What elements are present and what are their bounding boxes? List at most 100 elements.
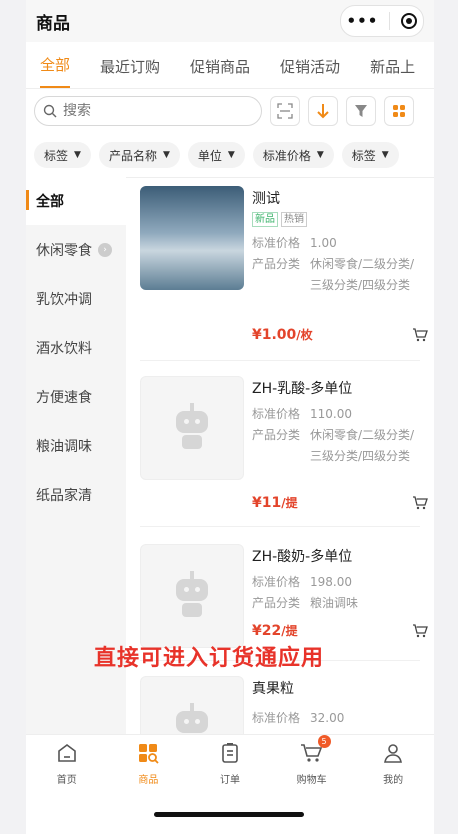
product-name: 测试 <box>252 191 280 207</box>
app-screen: 商品 ••• 全部 最近订购 促销商品 促销活动 新品上 标签 ▼ <box>26 0 434 834</box>
category-drinks[interactable]: 酒水饮料 <box>26 323 126 372</box>
std-price-label: 标准价格 <box>252 711 301 725</box>
profile-icon <box>384 744 403 763</box>
home-icon <box>57 744 76 762</box>
price-unit: /提 <box>281 624 298 638</box>
product-card[interactable]: 真果粒 标准价格 32.00 <box>140 666 420 736</box>
std-price-value: 198.00 <box>310 575 352 589</box>
category-grain-oil[interactable]: 粮油调味 <box>26 421 126 470</box>
std-price-value: 110.00 <box>310 407 352 421</box>
placeholder-robot-icon <box>170 403 214 453</box>
tab-bar: 全部 最近订购 促销商品 促销活动 新品上 <box>26 42 434 89</box>
nav-products[interactable]: 商品 <box>108 735 190 793</box>
sort-button[interactable] <box>308 96 338 126</box>
title-bar: 商品 ••• <box>26 0 434 42</box>
filter-button[interactable] <box>346 96 376 126</box>
product-name: 真果粒 <box>252 681 294 697</box>
tab-promo-products[interactable]: 促销商品 <box>190 56 250 88</box>
category-row: 产品分类 粮油调味 <box>252 593 422 614</box>
product-image <box>140 186 244 290</box>
product-info: 真果粒 标准价格 32.00 <box>252 678 422 729</box>
category-snacks[interactable]: 休闲零食 › <box>26 225 126 274</box>
filter-chip-tag-2[interactable]: 标签 ▼ <box>341 142 399 168</box>
nav-cart[interactable]: 5 购物车 <box>271 735 353 793</box>
product-tags: 新品 热销 <box>252 212 422 227</box>
category-value: 粮油调味 <box>310 596 359 610</box>
std-price-row: 标准价格 198.00 <box>252 572 422 593</box>
caret-down-icon: ▼ <box>162 150 170 160</box>
product-price: ¥22/提 <box>252 622 298 639</box>
product-image-placeholder <box>140 676 244 736</box>
chip-label: 产品名称 <box>108 148 157 163</box>
tab-all[interactable]: 全部 <box>40 54 71 88</box>
product-card[interactable]: 测试 新品 热销 标准价格 1.00 产品分类 休闲零食/二级分类/三级分类/四级分… <box>140 176 428 361</box>
category-label: 休闲零食 <box>36 242 92 259</box>
category-instant-food[interactable]: 方便速食 <box>26 372 126 421</box>
std-price-label: 标准价格 <box>252 236 301 250</box>
bottom-nav: 首页 商品 订单 5 购物车 我的 <box>26 734 434 793</box>
nav-profile[interactable]: 我的 <box>352 735 434 793</box>
std-price-label: 标准价格 <box>252 575 301 589</box>
chip-label: 标签 <box>351 148 376 163</box>
home-indicator[interactable] <box>154 812 304 817</box>
add-to-cart-button[interactable] <box>412 328 428 346</box>
grid-icon <box>393 105 405 117</box>
product-info: ZH-乳酸-多单位 标准价格 110.00 产品分类 休闲零食/二级分类/三级分类/… <box>252 378 422 467</box>
std-price-row: 标准价格 1.00 <box>252 233 422 254</box>
sort-down-icon <box>317 104 329 119</box>
expand-icon[interactable]: › <box>98 242 112 257</box>
caret-down-icon: ▼ <box>74 150 81 160</box>
chip-label: 标准价格 <box>262 148 311 163</box>
search-input[interactable] <box>61 102 225 120</box>
product-price: ¥1.00/枚 <box>252 326 313 343</box>
more-icon[interactable]: ••• <box>347 12 379 30</box>
grid-view-button[interactable] <box>384 96 414 126</box>
category-row: 产品分类 休闲零食/二级分类/三级分类/四级分类 <box>252 425 422 467</box>
close-target-icon[interactable] <box>401 13 418 29</box>
product-price: ¥11/提 <box>252 494 298 511</box>
scan-icon <box>277 103 293 119</box>
price-value: ¥11 <box>252 495 282 511</box>
add-to-cart-button[interactable] <box>412 624 428 642</box>
cart-icon <box>413 624 428 638</box>
filter-chip-unit[interactable]: 单位 ▼ <box>187 142 245 168</box>
scan-button[interactable] <box>270 96 300 126</box>
product-info: 测试 新品 热销 标准价格 1.00 产品分类 休闲零食/二级分类/三级分类/四级分… <box>252 188 422 296</box>
filter-chip-product-name[interactable]: 产品名称 ▼ <box>98 142 180 168</box>
capsule-divider <box>389 12 391 30</box>
std-price-row: 标准价格 32.00 <box>252 708 422 729</box>
category-label: 产品分类 <box>252 428 301 442</box>
placeholder-robot-icon <box>170 703 214 736</box>
caret-down-icon: ▼ <box>316 150 324 160</box>
search-icon <box>43 104 57 118</box>
product-card[interactable]: ZH-乳酸-多单位 标准价格 110.00 产品分类 休闲零食/二级分类/三级分类/… <box>140 366 428 527</box>
category-paper-cleaning[interactable]: 纸品家清 <box>26 470 126 519</box>
category-dairy[interactable]: 乳饮冲调 <box>26 274 126 323</box>
tab-new-products[interactable]: 新品上 <box>370 56 415 88</box>
product-name: ZH-乳酸-多单位 <box>252 381 353 397</box>
filter-chip-tag[interactable]: 标签 ▼ <box>34 142 91 168</box>
product-name: ZH-酸奶-多单位 <box>252 549 353 565</box>
filter-chip-std-price[interactable]: 标准价格 ▼ <box>252 142 334 168</box>
category-value: 休闲零食/二级分类/三级分类/四级分类 <box>310 257 415 292</box>
price-value: ¥22 <box>252 623 282 639</box>
cart-icon <box>413 496 428 510</box>
category-all[interactable]: 全部 <box>26 176 126 225</box>
price-value: ¥1.00 <box>252 327 297 343</box>
nav-home[interactable]: 首页 <box>26 735 108 793</box>
nav-label: 首页 <box>56 775 77 786</box>
nav-orders[interactable]: 订单 <box>189 735 271 793</box>
product-image-placeholder <box>140 544 244 648</box>
std-price-value: 1.00 <box>310 236 337 250</box>
tab-promo-events[interactable]: 促销活动 <box>280 56 340 88</box>
cart-icon <box>413 328 428 342</box>
page-title: 商品 <box>36 13 70 34</box>
search-row <box>26 89 434 133</box>
search-box[interactable] <box>34 96 262 126</box>
std-price-value: 32.00 <box>310 711 345 725</box>
nav-label: 订单 <box>219 775 240 786</box>
add-to-cart-button[interactable] <box>412 496 428 514</box>
tab-recent-orders[interactable]: 最近订购 <box>100 56 160 88</box>
std-price-row: 标准价格 110.00 <box>252 404 422 425</box>
placeholder-robot-icon <box>170 571 214 621</box>
